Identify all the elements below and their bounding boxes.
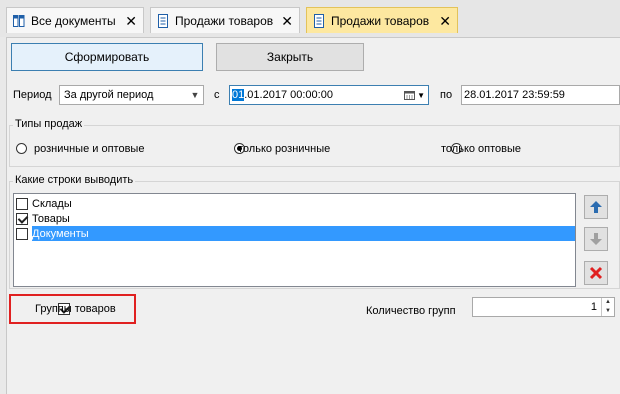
close-button[interactable]: Закрыть	[216, 43, 364, 71]
delete-x-icon	[589, 266, 603, 280]
move-up-button[interactable]	[584, 195, 608, 219]
tab-label: Продажи товаров	[331, 13, 430, 28]
close-icon[interactable]: ✕	[125, 14, 137, 28]
chevron-down-icon[interactable]: ▼	[602, 307, 614, 316]
tab-sales-1[interactable]: Продажи товаров ✕	[150, 7, 300, 33]
checkbox[interactable]	[16, 197, 28, 210]
tab-label: Продажи товаров	[175, 13, 274, 28]
period-label: Период	[13, 89, 52, 101]
move-down-button[interactable]	[584, 227, 608, 251]
list-item-documents[interactable]: Документы	[16, 226, 89, 241]
rows-listbox[interactable]: Склады Товары Документы	[13, 193, 576, 287]
to-date-input[interactable]: 28.01.2017 23:59:59	[461, 85, 620, 105]
chevron-down-icon[interactable]: ▼	[417, 91, 425, 100]
chevron-up-icon[interactable]: ▲	[602, 298, 614, 307]
radio-label: розничные и оптовые	[34, 143, 145, 155]
group-count-value: 1	[590, 301, 597, 313]
stepper-arrows[interactable]: ▲ ▼	[601, 298, 614, 316]
from-date-rest: .01.2017 00:00:00	[244, 89, 333, 101]
list-item-label: Склады	[32, 197, 72, 210]
list-item-label: Документы	[32, 227, 89, 240]
from-label: с	[214, 89, 220, 101]
chevron-down-icon: ▼	[190, 90, 200, 100]
generate-button[interactable]: Сформировать	[11, 43, 203, 71]
sale-types-title: Типы продаж	[13, 118, 85, 130]
document-icon	[158, 13, 168, 28]
arrow-up-icon	[590, 201, 602, 213]
list-item-products[interactable]: Товары	[16, 211, 70, 226]
period-select-value: За другой период	[64, 89, 154, 101]
tab-label: Все документы	[31, 13, 116, 28]
list-item-warehouses[interactable]: Склады	[16, 196, 72, 211]
product-groups-label: Группы товаров	[35, 303, 116, 315]
close-icon[interactable]: ✕	[439, 14, 451, 28]
columns-icon	[13, 14, 25, 27]
document-icon	[314, 13, 324, 28]
radio-label: только розничные	[238, 143, 331, 155]
radio-label: только оптовые	[441, 143, 522, 155]
checkbox[interactable]	[16, 227, 28, 240]
close-icon[interactable]: ✕	[281, 14, 293, 28]
rows-group-title: Какие строки выводить	[13, 174, 136, 186]
to-date-value: 28.01.2017 23:59:59	[464, 89, 565, 101]
tab-all-documents[interactable]: Все документы ✕	[6, 7, 144, 33]
left-rail	[0, 37, 7, 394]
checkbox[interactable]	[16, 212, 28, 225]
period-select[interactable]: За другой период ▼	[59, 85, 204, 105]
selection-highlight	[32, 226, 575, 241]
group-count-label: Количество групп	[366, 305, 456, 317]
radio-retail-and-wholesale[interactable]	[16, 143, 27, 154]
tab-sales-2-active[interactable]: Продажи товаров ✕	[306, 7, 458, 33]
arrow-down-icon	[590, 233, 602, 245]
list-item-label: Товары	[32, 212, 70, 225]
from-date-selected-part: 01	[232, 89, 245, 101]
group-count-stepper[interactable]: 1 ▲ ▼	[472, 297, 615, 317]
delete-button[interactable]	[584, 261, 608, 285]
calendar-icon[interactable]	[404, 90, 416, 100]
from-date-input[interactable]: 01 .01.2017 00:00:00 ▼	[229, 85, 429, 105]
to-label: по	[440, 89, 453, 101]
